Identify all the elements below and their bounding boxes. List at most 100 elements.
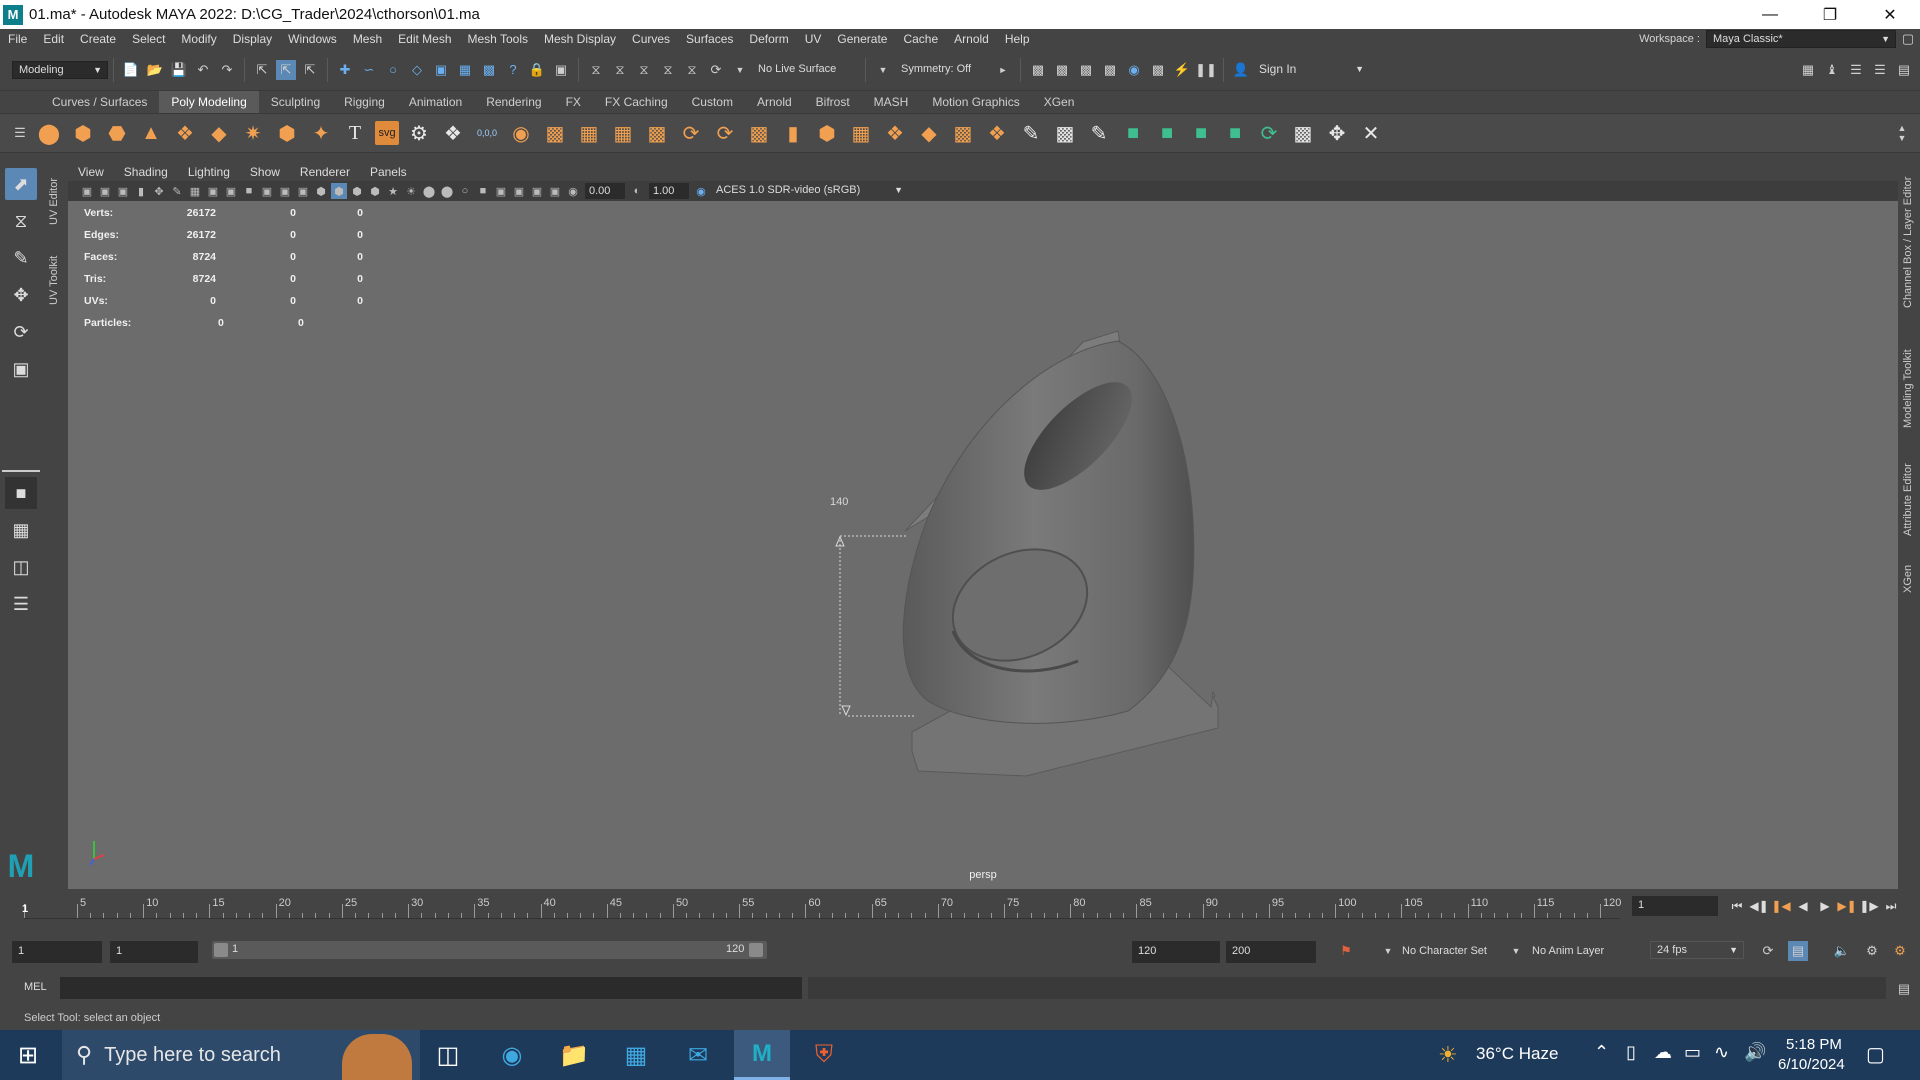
- menu-help[interactable]: Help: [997, 29, 1038, 49]
- collapse-icon[interactable]: ◆: [915, 119, 943, 147]
- scale-tool-icon[interactable]: ▣: [5, 353, 37, 385]
- menu-windows[interactable]: Windows: [280, 29, 345, 49]
- onedrive-icon[interactable]: ☁: [1654, 1042, 1672, 1063]
- preferences-icon[interactable]: ⚙: [1862, 941, 1882, 961]
- notifications-icon[interactable]: ▢: [1866, 1042, 1885, 1067]
- single-perspective-layout-icon[interactable]: ■: [5, 477, 37, 509]
- hypershade-icon[interactable]: ◉: [1124, 60, 1144, 80]
- poly-cylinder-icon[interactable]: ⬣: [103, 119, 131, 147]
- attribute-editor-icon[interactable]: ☰: [1846, 60, 1866, 80]
- sign-in-dropdown[interactable]: Sign In ▼: [1253, 60, 1369, 79]
- tab-xgen[interactable]: XGen: [1032, 91, 1087, 113]
- poly-torus-icon[interactable]: ❖: [171, 119, 199, 147]
- animation-prefs-icon[interactable]: ⚙: [1890, 941, 1910, 961]
- render-view-icon[interactable]: ▩: [1148, 60, 1168, 80]
- snap-grid-icon[interactable]: ✚: [335, 60, 355, 80]
- step-back-frame-icon[interactable]: ❚◀: [1770, 895, 1792, 917]
- lasso-tool-icon[interactable]: ⧖: [5, 205, 37, 237]
- task-view-icon[interactable]: ◫: [420, 1030, 476, 1080]
- grease-pencil-icon[interactable]: ✎: [169, 183, 185, 199]
- four-view-layout-icon[interactable]: ▦: [5, 514, 37, 546]
- wifi-icon[interactable]: ∿: [1714, 1042, 1729, 1063]
- chevron-down-icon[interactable]: ▼: [1378, 941, 1398, 961]
- screen-space-ao-icon[interactable]: ⬤: [421, 183, 437, 199]
- play-backwards-icon[interactable]: ◀: [1792, 895, 1814, 917]
- open-scene-icon[interactable]: 📂: [145, 60, 165, 80]
- select-component-icon[interactable]: ⇱: [300, 60, 320, 80]
- bridge-icon[interactable]: ▩: [541, 119, 569, 147]
- menuset-dropdown[interactable]: Modeling ▼: [12, 60, 108, 79]
- tab-animation[interactable]: Animation: [397, 91, 474, 113]
- save-scene-icon[interactable]: 💾: [169, 60, 189, 80]
- gamma-field[interactable]: 1.00: [649, 183, 689, 199]
- two-d-pan-icon[interactable]: ✥: [151, 183, 167, 199]
- maya-taskbar-icon[interactable]: M: [734, 1030, 790, 1080]
- tab-fx-caching[interactable]: FX Caching: [593, 91, 680, 113]
- tab-bifrost[interactable]: Bifrost: [804, 91, 862, 113]
- combine-icon[interactable]: ⚙: [405, 119, 433, 147]
- wireframe-icon[interactable]: ⬢: [313, 183, 329, 199]
- tool-settings-icon[interactable]: ☰: [1870, 60, 1890, 80]
- shadows-icon[interactable]: ☀: [403, 183, 419, 199]
- render-settings-icon[interactable]: ▩: [1100, 60, 1120, 80]
- volume-icon[interactable]: 🔊: [1744, 1042, 1766, 1063]
- animation-start-field[interactable]: 1: [12, 941, 102, 963]
- close-button[interactable]: ✕: [1860, 0, 1920, 29]
- menu-mesh-tools[interactable]: Mesh Tools: [460, 29, 536, 49]
- safe-action-icon[interactable]: ▣: [277, 183, 293, 199]
- script-language-toggle[interactable]: MEL: [24, 981, 47, 993]
- depth-of-field-icon[interactable]: ■: [475, 183, 491, 199]
- circularize-icon[interactable]: ❖: [881, 119, 909, 147]
- spherical-mapping-icon[interactable]: ■: [1187, 119, 1215, 147]
- merge-icon[interactable]: ▩: [949, 119, 977, 147]
- smooth-icon[interactable]: ▦: [609, 119, 637, 147]
- paint-select-tool-icon[interactable]: ✎: [5, 242, 37, 274]
- menu-select[interactable]: Select: [124, 29, 173, 49]
- rotate-icon[interactable]: ⟳: [706, 60, 726, 80]
- uv-toolkit-tab[interactable]: UV Toolkit: [48, 256, 60, 305]
- menu-deform[interactable]: Deform: [741, 29, 796, 49]
- human-ik-icon[interactable]: ♝: [1822, 60, 1842, 80]
- pause-icon[interactable]: ❚❚: [1195, 60, 1217, 80]
- snap-point-icon[interactable]: ○: [383, 60, 403, 80]
- xray-joints-icon[interactable]: ▣: [529, 183, 545, 199]
- workspace-dropdown[interactable]: Maya Classic* ▼: [1706, 30, 1896, 48]
- panel-menu-show[interactable]: Show: [240, 163, 290, 181]
- go-to-end-icon[interactable]: ⏭: [1880, 895, 1902, 917]
- center-pivot-icon[interactable]: 0,0,0: [473, 119, 501, 147]
- mesh-adapter-model[interactable]: [68, 201, 1898, 889]
- attribute-editor-tab[interactable]: Attribute Editor: [1902, 463, 1914, 536]
- fps-dropdown[interactable]: 24 fps ▼: [1650, 941, 1744, 959]
- playback-end-field[interactable]: 120: [1132, 941, 1220, 963]
- fill-hole-icon[interactable]: ▮: [779, 119, 807, 147]
- workspace-options-icon[interactable]: ▢: [1898, 29, 1918, 49]
- channel-box-icon[interactable]: ▤: [1894, 60, 1914, 80]
- weather-text[interactable]: 36°C Haze: [1476, 1044, 1558, 1064]
- menu-display[interactable]: Display: [225, 29, 280, 49]
- mail-icon[interactable]: ✉: [670, 1030, 726, 1080]
- auto-key-icon[interactable]: ⚑: [1336, 941, 1356, 961]
- tab-motion-graphics[interactable]: Motion Graphics: [920, 91, 1031, 113]
- tab-fx[interactable]: FX: [554, 91, 593, 113]
- modeling-toolkit-icon[interactable]: ▦: [1798, 60, 1818, 80]
- separate-icon[interactable]: ❖: [439, 119, 467, 147]
- multi-cut-icon[interactable]: ✎: [1017, 119, 1045, 147]
- restore-button[interactable]: ❐: [1800, 0, 1860, 29]
- meet-now-icon[interactable]: ▯: [1626, 1042, 1636, 1063]
- command-input[interactable]: [60, 977, 802, 999]
- panel-menu-lighting[interactable]: Lighting: [178, 163, 240, 181]
- snap-curve-icon[interactable]: ∽: [359, 60, 379, 80]
- chevron-down-icon[interactable]: ▼: [873, 60, 893, 80]
- character-set-dropdown[interactable]: No Character Set: [1402, 945, 1487, 957]
- select-tool-icon[interactable]: ⬈: [5, 168, 37, 200]
- grid-icon[interactable]: ▦: [187, 183, 203, 199]
- wireframe-on-shaded-icon[interactable]: ⬢: [349, 183, 365, 199]
- image-plane-icon[interactable]: ▮: [133, 183, 149, 199]
- sound-icon[interactable]: 🔈: [1832, 941, 1852, 961]
- selection-mask-icon[interactable]: ▣: [551, 60, 571, 80]
- gate-mask-icon[interactable]: ■: [241, 183, 257, 199]
- snap-surface-icon[interactable]: ▣: [431, 60, 451, 80]
- brave-browser-icon[interactable]: ⛨: [796, 1030, 852, 1080]
- two-pane-layout-icon[interactable]: ◫: [5, 551, 37, 583]
- range-slider[interactable]: 1 120: [212, 941, 767, 959]
